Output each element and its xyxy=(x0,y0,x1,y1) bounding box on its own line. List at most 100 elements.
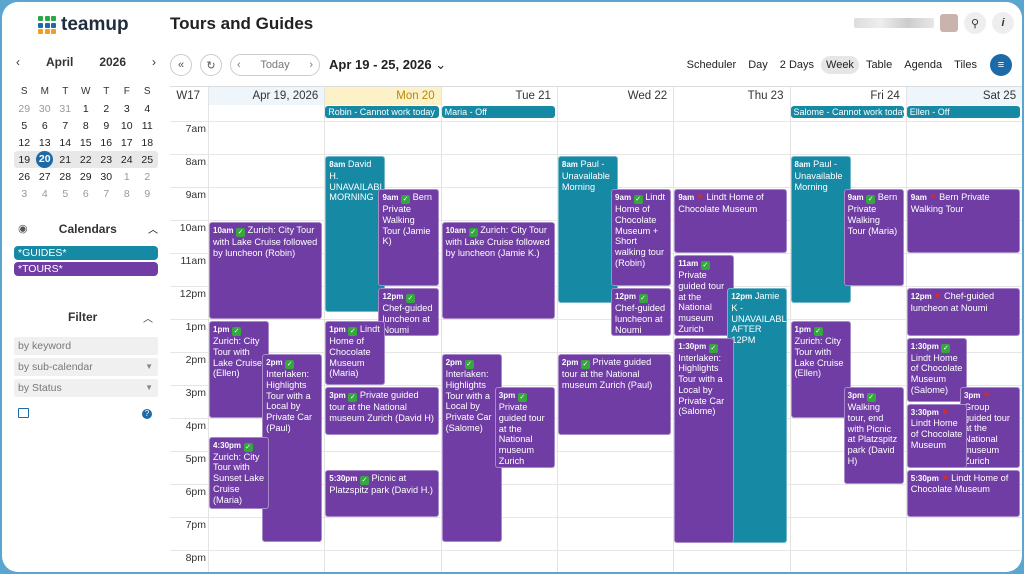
allday-banner[interactable]: Salome - Cannot work today xyxy=(790,106,904,118)
mini-calendar-day[interactable]: 3 xyxy=(14,188,35,200)
calendar-event[interactable]: 3pm ⚑ Group guided tour at the National … xyxy=(959,387,1021,468)
calendar-event[interactable]: 12pm ✓ Chef-guided luncheon at Noumi xyxy=(378,288,439,336)
calendar-event[interactable]: 2pm ✓ Interlaken: Highlights Tour with a… xyxy=(441,354,502,542)
status-filter-select[interactable]: by Status ▼ xyxy=(14,379,158,397)
next-month-button[interactable]: › xyxy=(152,55,156,69)
mini-calendar-day[interactable]: 30 xyxy=(96,171,117,183)
calendar-event[interactable]: 1:30pm ✓ Interlaken: Highlights Tour wit… xyxy=(674,337,735,544)
mini-calendar-day[interactable]: 12 xyxy=(14,137,35,149)
calendar-event[interactable]: 4:30pm ✓ Zurich: City Tour with Sunset L… xyxy=(209,436,270,509)
mini-calendar-day[interactable]: 2 xyxy=(137,171,158,183)
mini-calendar-day[interactable]: 8 xyxy=(117,188,138,200)
mini-calendar-day[interactable]: 14 xyxy=(55,137,76,149)
day-header[interactable]: Thu 23 xyxy=(673,87,789,105)
calendar-event[interactable]: 3:30pm ⚑ Lindt Home of Chocolate Museum xyxy=(906,403,967,468)
teamup-logo[interactable]: teamup xyxy=(38,14,129,36)
day-header[interactable]: Apr 19, 2026 xyxy=(208,87,324,105)
calendar-event[interactable]: 8am Paul - Unavailable Morning xyxy=(790,156,851,303)
calendar-event[interactable]: 2pm ✓ Private guided tour at the Nationa… xyxy=(557,354,672,435)
chevron-up-icon[interactable]: ︿ xyxy=(143,310,153,325)
mini-calendar-month[interactable]: April xyxy=(46,55,73,69)
prev-month-button[interactable]: ‹ xyxy=(16,55,20,69)
subcalendar-filter-select[interactable]: by sub-calendar ▼ xyxy=(14,358,158,376)
keyword-filter-input[interactable]: by keyword xyxy=(14,337,158,355)
mini-calendar-day[interactable]: 16 xyxy=(96,137,117,149)
menu-icon[interactable]: ≡ xyxy=(990,54,1012,76)
next-week-button[interactable]: › xyxy=(309,59,313,71)
today-button[interactable]: Today xyxy=(260,59,289,71)
mini-calendar-day[interactable]: 28 xyxy=(55,171,76,183)
mini-calendar-day[interactable]: 27 xyxy=(35,171,56,183)
mini-calendar-day[interactable]: 22 xyxy=(76,154,97,166)
mini-calendar-day[interactable]: 29 xyxy=(76,171,97,183)
calendar-event[interactable]: 8am David H. UNAVAILABLE MORNING xyxy=(325,156,386,313)
day-header[interactable]: Fri 24 xyxy=(790,87,906,105)
mini-calendar-day[interactable]: 5 xyxy=(55,188,76,200)
view-day[interactable]: Day xyxy=(743,56,773,74)
calendar-event[interactable]: 8am Paul - Unavailable Morning xyxy=(557,156,619,303)
mini-calendar-day[interactable]: 7 xyxy=(55,120,76,132)
mini-calendar-day[interactable]: 11 xyxy=(137,120,158,132)
mini-calendar-day[interactable]: 19 xyxy=(14,154,35,166)
calendar-event[interactable]: 3pm ✓ Private guided tour at the Nationa… xyxy=(494,387,555,468)
mini-calendar-day[interactable]: 1 xyxy=(117,171,138,183)
mini-calendar-day[interactable]: 9 xyxy=(96,120,117,132)
mini-calendar-day[interactable]: 6 xyxy=(35,120,56,132)
view-2-days[interactable]: 2 Days xyxy=(775,56,819,74)
mini-calendar-day[interactable]: 4 xyxy=(137,103,158,115)
calendar-event[interactable]: 12pm Jamie K - UNAVAILABLE AFTER 12PM xyxy=(727,288,788,544)
calendar-event[interactable]: 1pm ✓ Zurich: City Tour with Lake Cruise… xyxy=(209,321,270,418)
mini-calendar-day[interactable]: 23 xyxy=(96,154,117,166)
mini-calendar-day[interactable]: 2 xyxy=(96,103,117,115)
calendar-event[interactable]: 9am ⚑ Bern Private Walking Tour xyxy=(906,189,1021,253)
share-icon[interactable] xyxy=(18,408,29,418)
mini-calendar-day[interactable]: 31 xyxy=(55,103,76,115)
calendar-event[interactable]: 5:30pm ✓ Picnic at Platzspitz park (Davi… xyxy=(325,469,439,517)
day-header[interactable]: Wed 22 xyxy=(557,87,673,105)
mini-calendar-day[interactable]: 1 xyxy=(76,103,97,115)
mini-calendar-today[interactable]: 20 xyxy=(36,151,54,168)
search-icon[interactable]: ⚲ xyxy=(964,12,986,34)
filter-section-header[interactable]: Filter ︿ xyxy=(2,310,165,325)
avatar[interactable] xyxy=(940,14,958,32)
calendars-section-header[interactable]: ◉ Calendars ︿ xyxy=(18,221,158,237)
calendar-event[interactable]: 3pm ✓ Private guided tour at the Nationa… xyxy=(325,387,439,435)
calendar-event[interactable]: 2pm ✓ Interlaken: Highlights Tour with a… xyxy=(262,354,323,542)
calendar-event[interactable]: 10am ✓ Zurich: City Tour with Lake Cruis… xyxy=(441,222,555,319)
info-icon[interactable]: i xyxy=(992,12,1014,34)
view-week[interactable]: Week xyxy=(821,56,859,74)
mini-calendar-day[interactable]: 15 xyxy=(76,137,97,149)
refresh-icon[interactable]: ↻ xyxy=(200,54,222,76)
calendar-event[interactable]: 9am ✓ Lindt Home of Chocolate Museum + S… xyxy=(611,189,672,286)
calendar-guides[interactable]: *GUIDES* xyxy=(14,246,158,260)
calendar-event[interactable]: 5:30pm ⚑ Lindt Home of Chocolate Museum xyxy=(906,469,1021,517)
calendar-event[interactable]: 1pm ✓ Zurich: City Tour with Lake Cruise… xyxy=(790,321,851,418)
mini-calendar-day[interactable]: 4 xyxy=(35,188,56,200)
mini-calendar-day[interactable]: 5 xyxy=(14,120,35,132)
mini-calendar-year[interactable]: 2026 xyxy=(99,55,126,69)
mini-calendar-day[interactable]: 7 xyxy=(96,188,117,200)
first-icon[interactable]: « xyxy=(170,54,192,76)
calendar-event[interactable]: 12pm ✓ Chef-guided luncheon at Noumi xyxy=(611,288,672,336)
calendar-event[interactable]: 9am ⚑ Lindt Home of Chocolate Museum xyxy=(674,189,788,253)
prev-week-button[interactable]: ‹ xyxy=(237,59,241,71)
mini-calendar-day[interactable]: 6 xyxy=(76,188,97,200)
mini-calendar-day[interactable]: 24 xyxy=(117,154,138,166)
mini-calendar-day[interactable]: 13 xyxy=(35,137,56,149)
mini-calendar-day[interactable]: 8 xyxy=(76,120,97,132)
calendar-event[interactable]: 9am ✓ Bern Private Walking Tour (Jamie K… xyxy=(378,189,439,286)
view-agenda[interactable]: Agenda xyxy=(899,56,947,74)
mini-calendar-day[interactable]: 3 xyxy=(117,103,138,115)
day-header[interactable]: Mon 20 xyxy=(324,87,440,105)
calendar-event[interactable]: 12pm ⚑ Chef-guided luncheon at Noumi xyxy=(906,288,1021,336)
mini-calendar-day[interactable]: 21 xyxy=(55,154,76,166)
calendar-event[interactable]: 1pm ✓ Lindt Home of Chocolate Museum (Ma… xyxy=(325,321,386,385)
allday-banner[interactable]: Ellen - Off xyxy=(906,106,1021,118)
calendar-event[interactable]: 10am ✓ Zurich: City Tour with Lake Cruis… xyxy=(209,222,323,319)
day-header[interactable]: Tue 21 xyxy=(441,87,557,105)
mini-calendar-day[interactable]: 17 xyxy=(117,137,138,149)
allday-banner[interactable]: Maria - Off xyxy=(441,106,555,118)
allday-banner[interactable]: Robin - Cannot work today xyxy=(325,106,439,118)
mini-calendar-day[interactable]: 9 xyxy=(137,188,158,200)
mini-calendar-day[interactable]: 10 xyxy=(117,120,138,132)
